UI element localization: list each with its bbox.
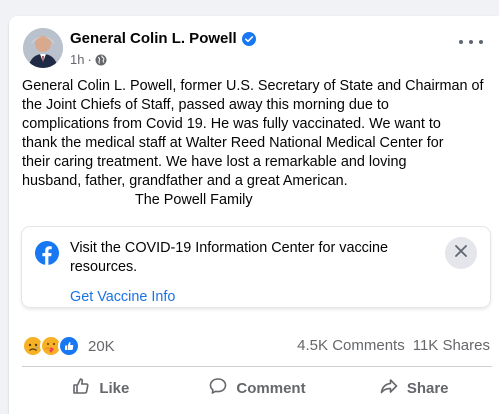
- close-banner-button[interactable]: [445, 237, 477, 269]
- like-icon: [71, 376, 91, 400]
- verified-badge-icon: [241, 31, 256, 46]
- post-meta: 1h ·: [70, 52, 107, 67]
- globe-icon[interactable]: [95, 54, 107, 66]
- covid-info-banner: Visit the COVID-19 Information Center fo…: [22, 227, 490, 307]
- comment-label: Comment: [236, 379, 306, 397]
- like-button[interactable]: Like: [22, 370, 179, 406]
- engagement-counts: 4.5K Comments 11K Shares: [297, 337, 490, 354]
- post-text-line: thank the medical staff at Walter Reed N…: [22, 135, 444, 151]
- author-name-text[interactable]: General Colin L. Powell: [70, 30, 237, 47]
- reaction-count[interactable]: 20K: [88, 338, 115, 355]
- divider: [22, 366, 492, 367]
- author-name[interactable]: General Colin L. Powell: [70, 30, 256, 47]
- reaction-summary[interactable]: 20K: [22, 335, 115, 357]
- comments-count[interactable]: 4.5K Comments: [297, 337, 405, 354]
- post-card: General Colin L. Powell 1h · General Col…: [9, 16, 499, 414]
- post-timestamp[interactable]: 1h: [70, 52, 84, 67]
- post-text: General Colin L. Powell, former U.S. Sec…: [22, 77, 492, 210]
- comment-icon: [208, 376, 228, 400]
- share-label: Share: [406, 379, 449, 397]
- post-text-line: complications from Covid 19. He was full…: [22, 116, 441, 132]
- reaction-icons: [22, 335, 80, 357]
- post-text-line: the Joint Chiefs of Staff, passed away t…: [22, 97, 389, 113]
- facebook-logo-icon: [35, 241, 59, 265]
- share-button[interactable]: Share: [335, 370, 492, 406]
- like-reaction-icon: [58, 335, 80, 357]
- post-text-line: their caring treatment. We have lost a r…: [22, 154, 407, 170]
- post-text-line: husband, father, grandfather and a great…: [22, 173, 348, 189]
- get-vaccine-info-link[interactable]: Get Vaccine Info: [70, 289, 175, 305]
- avatar[interactable]: [23, 28, 63, 68]
- covid-info-text: Visit the COVID-19 Information Center fo…: [70, 240, 389, 275]
- post-actions: Like Comment Share: [22, 370, 492, 406]
- comment-button[interactable]: Comment: [179, 370, 336, 406]
- meta-separator: ·: [87, 52, 92, 67]
- more-options-icon[interactable]: [459, 36, 483, 48]
- post-text-line: General Colin L. Powell, former U.S. Sec…: [22, 78, 484, 94]
- like-label: Like: [99, 379, 130, 397]
- shares-count[interactable]: 11K Shares: [413, 337, 490, 354]
- close-icon: [455, 244, 467, 262]
- post-signature: The Powell Family: [135, 192, 253, 208]
- share-icon: [379, 376, 399, 400]
